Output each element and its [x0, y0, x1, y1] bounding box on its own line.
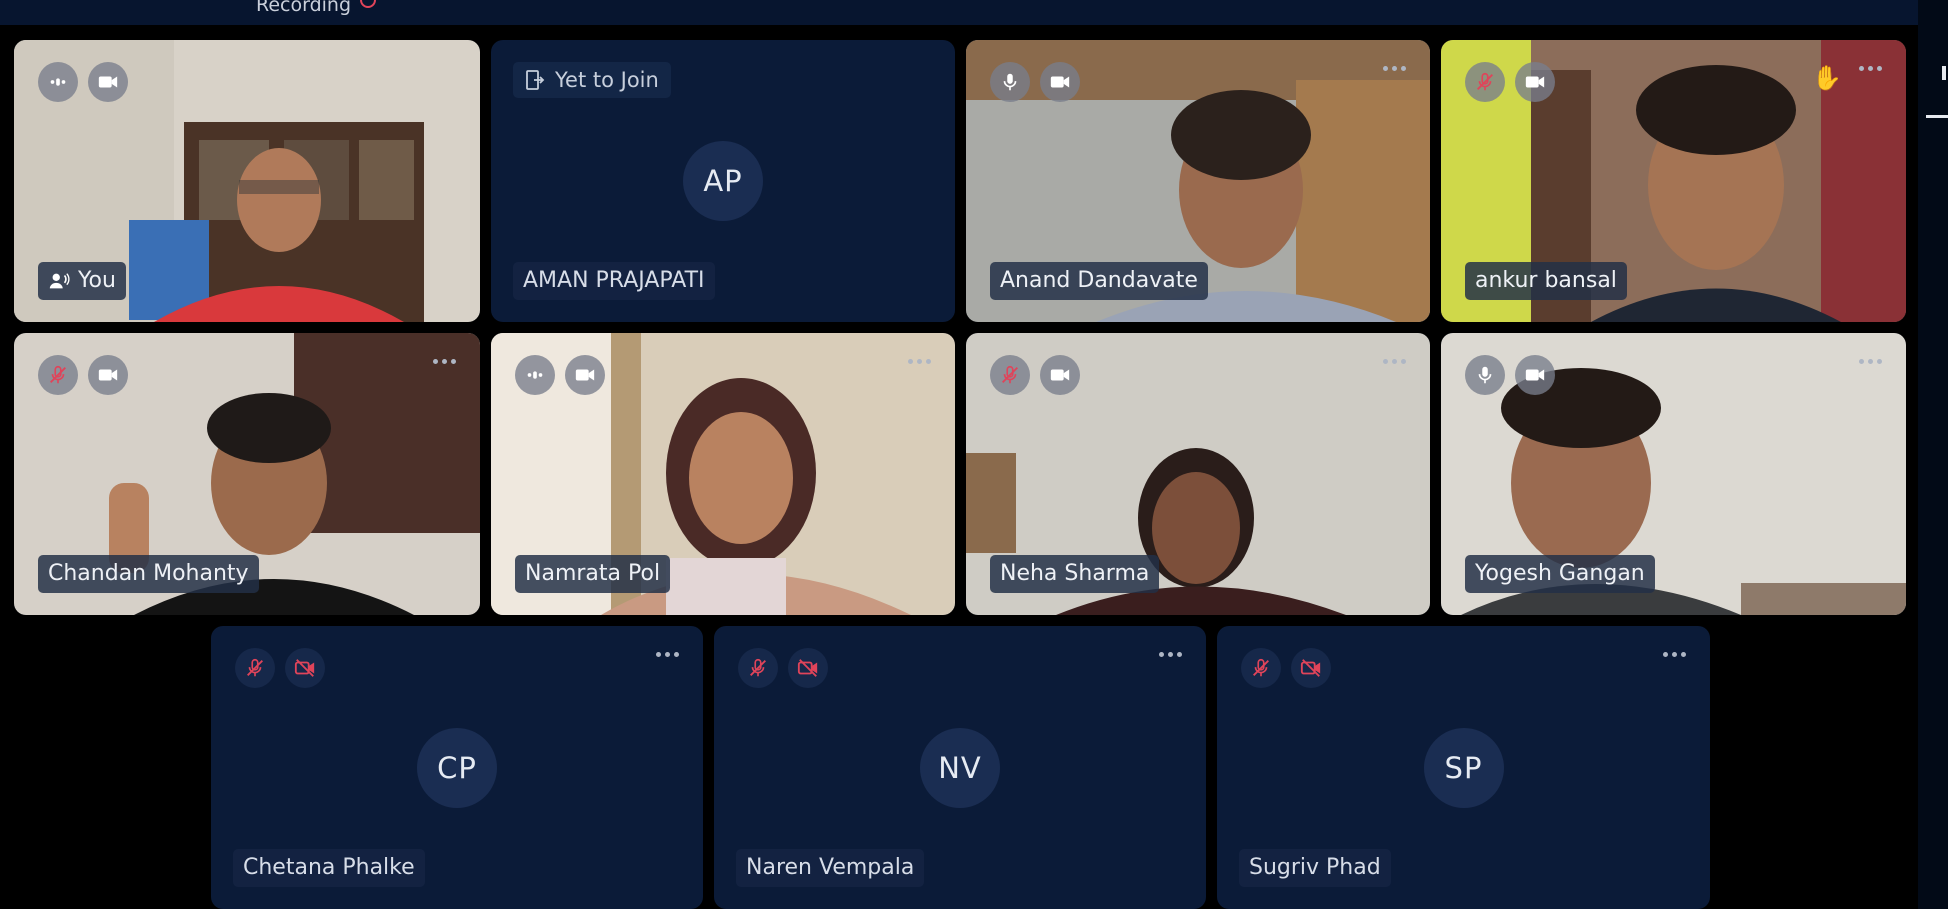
participant-tile-chetana-phalke[interactable]: CP Chetana Phalke [211, 626, 703, 909]
participant-name: Yogesh Gangan [1475, 561, 1645, 586]
participant-name-tag: Namrata Pol [515, 555, 671, 593]
speaking-indicator-icon[interactable] [38, 62, 78, 102]
microphone-muted-icon[interactable] [38, 355, 78, 395]
participant-name: ankur bansal [1475, 268, 1617, 293]
more-options-icon[interactable] [433, 359, 456, 364]
camera-icon[interactable] [88, 62, 128, 102]
participant-name-tag: Chandan Mohanty [38, 555, 259, 593]
participant-name: You [78, 268, 116, 293]
participant-tile-you[interactable]: You [14, 40, 480, 322]
panel-indicator-icon [1942, 66, 1946, 80]
camera-off-icon[interactable] [285, 648, 325, 688]
participant-name: Chetana Phalke [243, 855, 415, 880]
camera-icon[interactable] [1515, 62, 1555, 102]
more-options-icon[interactable] [656, 652, 679, 657]
microphone-muted-icon[interactable] [990, 355, 1030, 395]
participant-name: AMAN PRAJAPATI [523, 268, 705, 293]
meeting-header: Recording [0, 0, 1918, 25]
microphone-muted-icon[interactable] [1465, 62, 1505, 102]
participant-name: Sugriv Phad [1249, 855, 1381, 880]
leave-door-icon [525, 69, 545, 91]
participant-name: Namrata Pol [525, 561, 661, 586]
camera-icon[interactable] [565, 355, 605, 395]
more-options-icon[interactable] [1383, 66, 1406, 71]
camera-icon[interactable] [1515, 355, 1555, 395]
participant-name: Chandan Mohanty [48, 561, 249, 586]
more-options-icon[interactable] [1663, 652, 1686, 657]
avatar: CP [417, 727, 497, 808]
more-options-icon[interactable] [908, 359, 931, 364]
microphone-icon[interactable] [990, 62, 1030, 102]
participant-tile-neha-sharma[interactable]: Neha Sharma [966, 333, 1430, 615]
participant-name-tag: Chetana Phalke [233, 849, 425, 887]
join-status: Yet to Join [555, 68, 659, 92]
recording-indicator-icon [360, 0, 376, 8]
avatar: SP [1423, 727, 1504, 808]
more-options-icon[interactable] [1159, 652, 1182, 657]
participant-name: Neha Sharma [1000, 561, 1150, 586]
participant-name-tag: Naren Vempala [736, 849, 925, 887]
participant-tile-chandan-mohanty[interactable]: Chandan Mohanty [14, 333, 480, 615]
camera-icon[interactable] [1040, 62, 1080, 102]
yet-to-join-badge: Yet to Join [513, 62, 671, 98]
speaking-indicator-icon[interactable] [515, 355, 555, 395]
avatar: AP [683, 141, 763, 221]
participant-name-tag: Yogesh Gangan [1465, 555, 1655, 593]
participant-tile-naren-vempala[interactable]: NV Naren Vempala [714, 626, 1206, 909]
more-options-icon[interactable] [1859, 359, 1882, 364]
camera-off-icon[interactable] [1291, 648, 1331, 688]
participant-name-tag: Sugriv Phad [1239, 849, 1391, 887]
participant-name-tag: Anand Dandavate [990, 262, 1208, 300]
participant-tile-ankur-bansal[interactable]: ✋ ankur bansal [1441, 40, 1906, 322]
microphone-icon[interactable] [1465, 355, 1505, 395]
raised-hand-icon: ✋ [1812, 64, 1842, 92]
participant-name: Naren Vempala [746, 855, 915, 880]
avatar: NV [920, 727, 1000, 808]
participant-tile-namrata-pol[interactable]: Namrata Pol [491, 333, 955, 615]
more-options-icon[interactable] [1859, 66, 1882, 71]
more-options-icon[interactable] [1383, 359, 1406, 364]
panel-tab-underline [1926, 115, 1948, 118]
camera-off-icon[interactable] [788, 648, 828, 688]
microphone-muted-icon[interactable] [1241, 648, 1281, 688]
microphone-muted-icon[interactable] [738, 648, 778, 688]
recording-label: Recording [256, 0, 352, 16]
participant-tile-anand-dandavate[interactable]: Anand Dandavate [966, 40, 1430, 322]
participant-name-tag: AMAN PRAJAPATI [513, 262, 715, 300]
camera-icon[interactable] [88, 355, 128, 395]
participant-name: Anand Dandavate [1000, 268, 1198, 293]
person-speaking-icon [48, 270, 70, 292]
participant-tile-sugriv-phad[interactable]: SP Sugriv Phad [1217, 626, 1710, 909]
participant-name-tag: You [38, 262, 126, 300]
participant-tile-aman-prajapati[interactable]: Yet to Join AP AMAN PRAJAPATI [491, 40, 955, 322]
participant-name-tag: Neha Sharma [990, 555, 1160, 593]
participant-name-tag: ankur bansal [1465, 262, 1627, 300]
participant-tile-yogesh-gangan[interactable]: Yogesh Gangan [1441, 333, 1906, 615]
microphone-muted-icon[interactable] [235, 648, 275, 688]
side-panel-edge [1918, 0, 1948, 909]
camera-icon[interactable] [1040, 355, 1080, 395]
